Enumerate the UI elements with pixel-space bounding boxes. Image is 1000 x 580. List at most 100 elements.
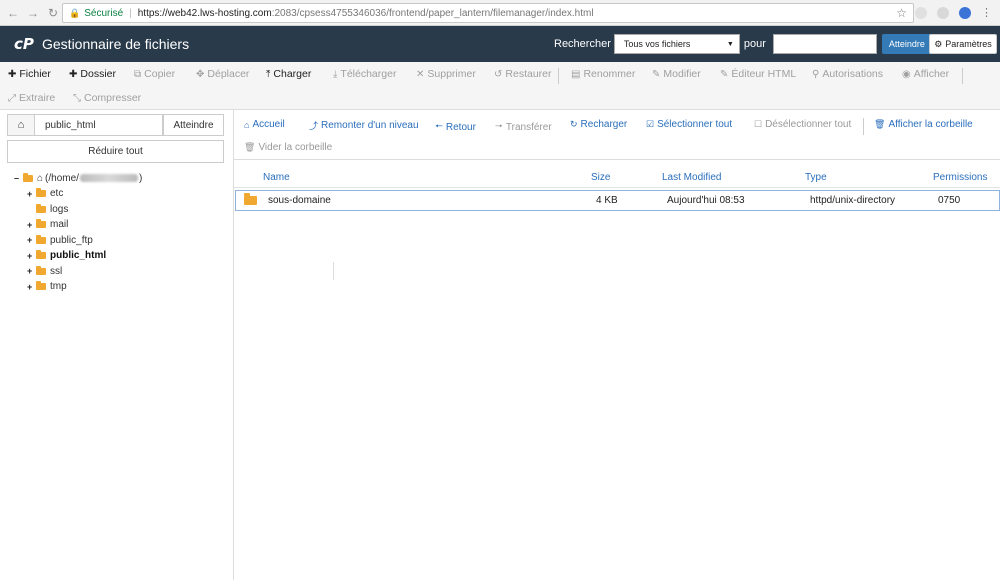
tree-node-tmp[interactable]: + tmp: [27, 279, 142, 295]
search-scope-value: Tous vos fichiers: [623, 39, 691, 49]
copy-button[interactable]: ⧉ Copier: [134, 68, 175, 80]
folder-icon: [36, 234, 46, 244]
extension-icon[interactable]: [937, 6, 949, 19]
search-label: Rechercher: [554, 38, 611, 50]
home-icon: ⌂: [37, 172, 44, 184]
chevron-down-icon: ▼: [726, 40, 734, 48]
reload-action[interactable]: ↻ Recharger: [570, 119, 627, 130]
extract-button[interactable]: ⤢ Extraire: [8, 92, 55, 104]
column-permissions-header[interactable]: Permissions: [933, 172, 987, 183]
tree-node-etc[interactable]: + etc: [27, 186, 142, 202]
settings-button[interactable]: ⚙ Paramètres: [929, 34, 997, 54]
toolbar-divider: [558, 68, 559, 84]
permissions-button[interactable]: ⚲ Autorisations: [812, 68, 883, 80]
column-size-header[interactable]: Size: [591, 172, 610, 183]
plus-icon: ✚: [8, 68, 17, 80]
collapse-toggle-icon[interactable]: –: [14, 173, 23, 183]
move-icon: ✥: [196, 68, 205, 80]
restore-button[interactable]: ↺ Restaurer: [494, 68, 552, 80]
arrow-right-icon: 🠖: [495, 121, 503, 131]
expand-toggle-icon[interactable]: +: [27, 220, 36, 230]
tree-node-public-html[interactable]: + public_html: [27, 248, 142, 264]
menu-icon[interactable]: ⋮: [981, 6, 992, 19]
tree-node-mail[interactable]: + mail: [27, 217, 142, 233]
column-name-header[interactable]: Name: [263, 172, 290, 183]
search-scope-select[interactable]: Tous vos fichiers ▼: [613, 34, 740, 54]
for-label: pour: [743, 38, 766, 50]
delete-button[interactable]: ✕ Supprimer: [416, 68, 476, 80]
undo-icon: ↺: [494, 68, 503, 80]
folder-icon: [36, 188, 46, 198]
home-action[interactable]: ⌂ Accueil: [244, 119, 285, 130]
folder-icon: [244, 193, 257, 205]
redacted-username: [79, 174, 138, 182]
directory-panel: ⌂ public_html Atteindre Réduire tout – ⌂…: [0, 110, 232, 580]
page-title: Gestionnaire de fichiers: [42, 36, 190, 52]
trash-icon: 🗑: [874, 119, 886, 129]
tree-node-ssl[interactable]: + ssl: [27, 264, 142, 280]
rename-button[interactable]: ▤ Renommer: [571, 68, 635, 80]
deselect-all-action[interactable]: ☐ Désélectionner tout: [754, 119, 851, 130]
collapse-all-button[interactable]: Réduire tout: [7, 140, 224, 163]
compress-button[interactable]: ⤡ Compresser: [73, 92, 141, 104]
profile-icon[interactable]: [959, 6, 971, 19]
new-folder-button[interactable]: ✚ Dossier: [69, 68, 116, 80]
key-icon: ⚲: [812, 68, 820, 80]
column-type-header[interactable]: Type: [805, 172, 827, 183]
home-button[interactable]: ⌂: [7, 114, 35, 136]
arrow-left-icon: 🠔: [435, 121, 443, 131]
expand-toggle-icon[interactable]: +: [27, 189, 36, 199]
reload-icon[interactable]: ↻: [46, 6, 60, 20]
folder-icon: [36, 203, 46, 213]
expand-toggle-icon[interactable]: +: [27, 282, 36, 292]
path-go-button[interactable]: Atteindre: [163, 114, 224, 136]
app-header: cP Gestionnaire de fichiers Rechercher T…: [0, 26, 1000, 62]
search-input[interactable]: [772, 34, 877, 54]
search-bar: Rechercher Tous vos fichiers ▼ pour Atte…: [554, 34, 932, 54]
row-name: sous-domaine: [268, 195, 331, 206]
tree-root[interactable]: – ⌂ (/home/ ): [14, 170, 142, 186]
view-button[interactable]: ◉ Afficher: [902, 68, 949, 80]
back-action[interactable]: 🠔 Retour: [435, 119, 476, 135]
forward-arrow-icon[interactable]: →: [26, 6, 40, 20]
back-arrow-icon[interactable]: ←: [6, 6, 20, 20]
edit-square-icon: ✎: [720, 68, 729, 80]
row-size: 4 KB: [596, 195, 618, 206]
directory-tree: – ⌂ (/home/ ) + etc logs + mail + public_ft…: [14, 170, 142, 295]
expand-toggle-icon[interactable]: +: [27, 235, 36, 245]
file-toolbar: ✚ Fichier ✚ Dossier ⧉ Copier ✥ Déplacer ⤒ Cha…: [0, 62, 1000, 110]
edit-button[interactable]: ✎ Modifier: [652, 68, 701, 80]
upload-icon: ⤒: [266, 68, 271, 80]
extension-icon[interactable]: [915, 6, 927, 19]
tree-node-public-ftp[interactable]: + public_ftp: [27, 233, 142, 249]
folder-icon: [36, 250, 46, 260]
row-modified: Aujourd'hui 08:53: [667, 195, 745, 206]
toolbar-divider: [962, 68, 963, 84]
trash-icon: 🗑: [244, 142, 256, 152]
upload-button[interactable]: ⤒ Charger: [266, 68, 311, 80]
folder-icon: [23, 172, 33, 182]
file-list-panel: ⌂ Accueil ⤴ Remonter d'un niveau 🠔 Retour 🠖…: [234, 110, 1000, 580]
path-input[interactable]: public_html: [35, 114, 163, 136]
up-level-action[interactable]: ⤴ Remonter d'un niveau: [309, 119, 419, 132]
tree-node-logs[interactable]: logs: [27, 202, 142, 218]
cpanel-logo[interactable]: cP: [14, 35, 36, 53]
download-button[interactable]: ⤓ Télécharger: [333, 68, 396, 80]
table-row[interactable]: sous-domaine 4 KB Aujourd'hui 08:53 http…: [235, 190, 1000, 211]
url-path: :2083/cpsess4755346036/frontend/paper_la…: [271, 7, 594, 19]
empty-trash-action[interactable]: 🗑 Vider la corbeille: [244, 142, 332, 153]
browser-chrome: ← → ↻ 🔒 Sécurisé | https://web42.lws-hos…: [0, 0, 1000, 26]
column-modified-header[interactable]: Last Modified: [662, 172, 721, 183]
move-button[interactable]: ✥ Déplacer: [196, 68, 249, 80]
expand-toggle-icon[interactable]: +: [27, 251, 36, 261]
search-go-button[interactable]: Atteindre: [881, 34, 932, 54]
expand-toggle-icon[interactable]: +: [27, 266, 36, 276]
copy-icon: ⧉: [134, 68, 142, 80]
address-bar[interactable]: 🔒 Sécurisé | https://web42.lws-hosting.c…: [62, 3, 914, 23]
html-editor-button[interactable]: ✎ Éditeur HTML: [720, 68, 796, 80]
bookmark-star-icon[interactable]: ☆: [896, 6, 907, 20]
new-file-button[interactable]: ✚ Fichier: [8, 68, 51, 80]
show-trash-action[interactable]: 🗑 Afficher la corbeille: [874, 119, 973, 130]
select-all-action[interactable]: ☑ Sélectionner tout: [646, 119, 732, 130]
forward-action[interactable]: 🠖 Transférer: [495, 119, 552, 135]
